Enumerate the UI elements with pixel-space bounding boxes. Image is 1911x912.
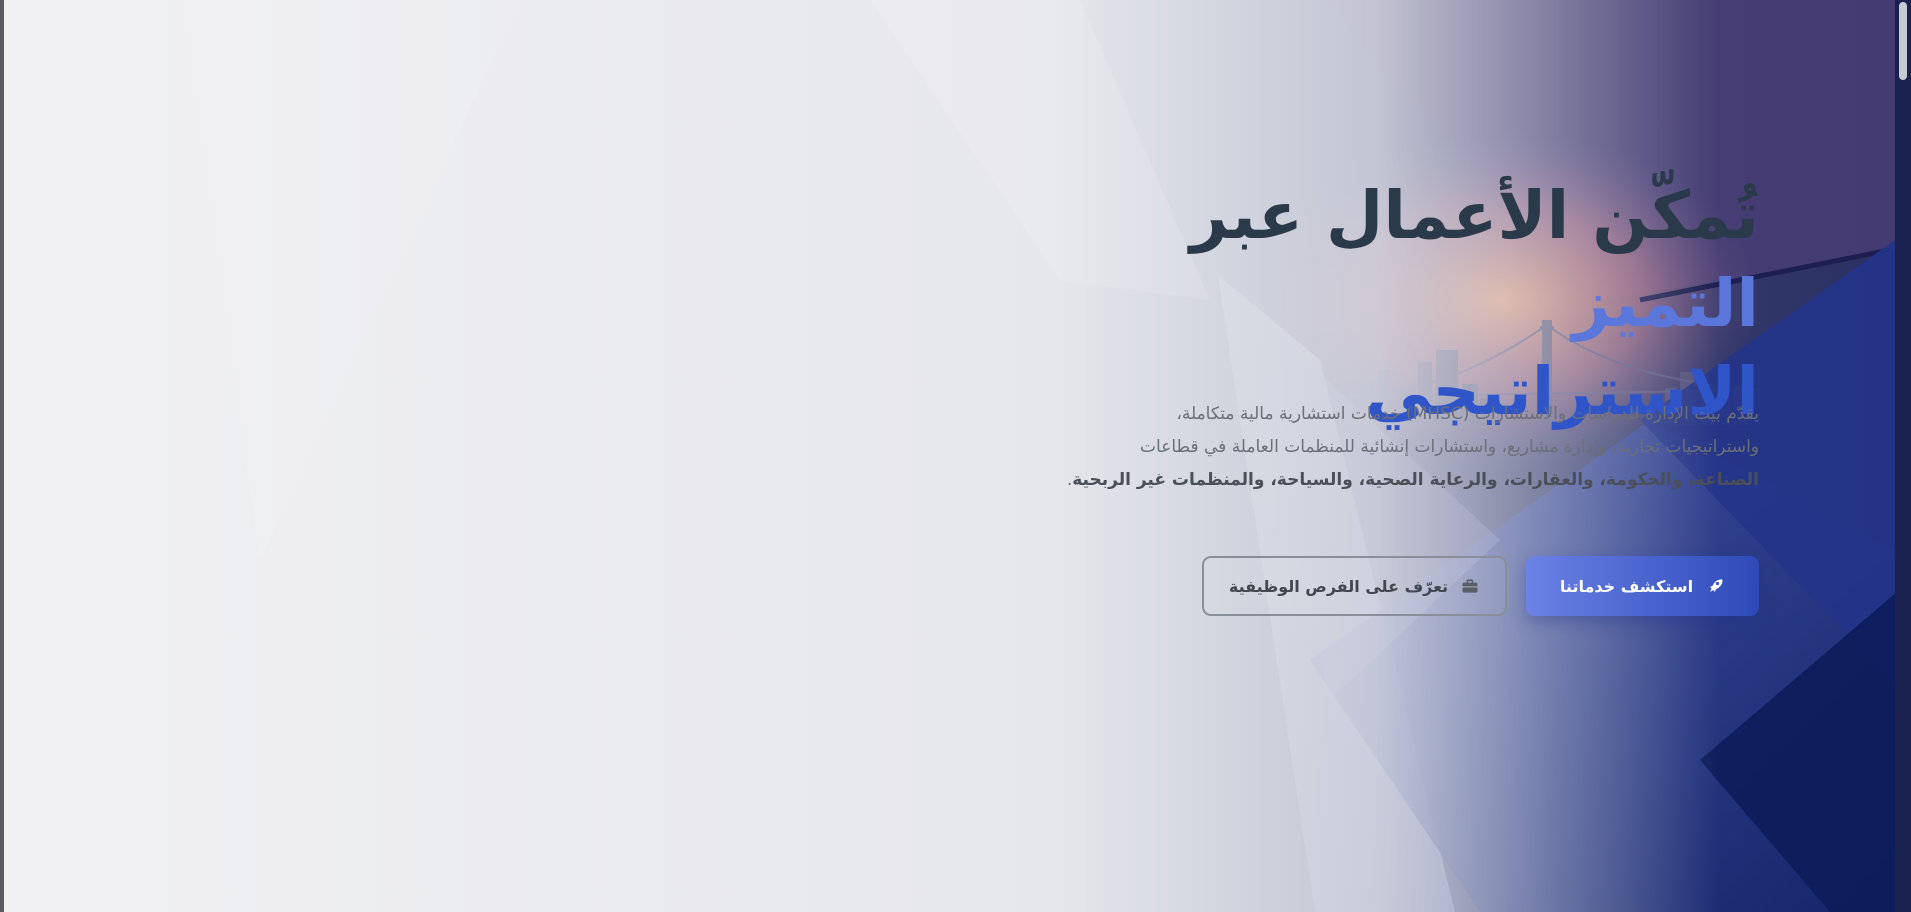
- career-opportunities-button[interactable]: تعرّف على الفرص الوظيفية: [1202, 556, 1507, 616]
- vertical-scrollbar[interactable]: [1895, 0, 1911, 912]
- briefcase-icon: [1462, 579, 1478, 593]
- scrollbar-thumb[interactable]: [1899, 2, 1907, 80]
- explore-services-label: استكشف خدماتنا: [1559, 576, 1694, 596]
- explore-services-button[interactable]: استكشف خدماتنا: [1526, 556, 1759, 616]
- desc-sectors: الصناعة، والحكومة، والعقارات، والرعاية ا…: [1072, 470, 1759, 490]
- hero-headline: تُمكّن الأعمال عبر التميز الاستراتيجي: [999, 172, 1759, 436]
- desc-line-2: واستراتيجيات تجارية، وإدارة مشاريع، واست…: [1140, 437, 1759, 457]
- rocket-icon: [1710, 579, 1723, 592]
- hero-section: تُمكّن الأعمال عبر التميز الاستراتيجي يقد…: [0, 0, 1911, 912]
- desc-line-1: يقدّم بيت الإدارة للدراسات والاستشارات (…: [1176, 404, 1759, 424]
- headline-accent-excellence: التميز: [1572, 265, 1759, 342]
- page-viewport: تُمكّن الأعمال عبر التميز الاستراتيجي يقد…: [0, 0, 1911, 912]
- hero-description: يقدّم بيت الإدارة للدراسات والاستشارات (…: [1019, 398, 1759, 497]
- headline-text: تُمكّن الأعمال عبر: [1190, 177, 1759, 254]
- career-opportunities-label: تعرّف على الفرص الوظيفية: [1228, 576, 1449, 596]
